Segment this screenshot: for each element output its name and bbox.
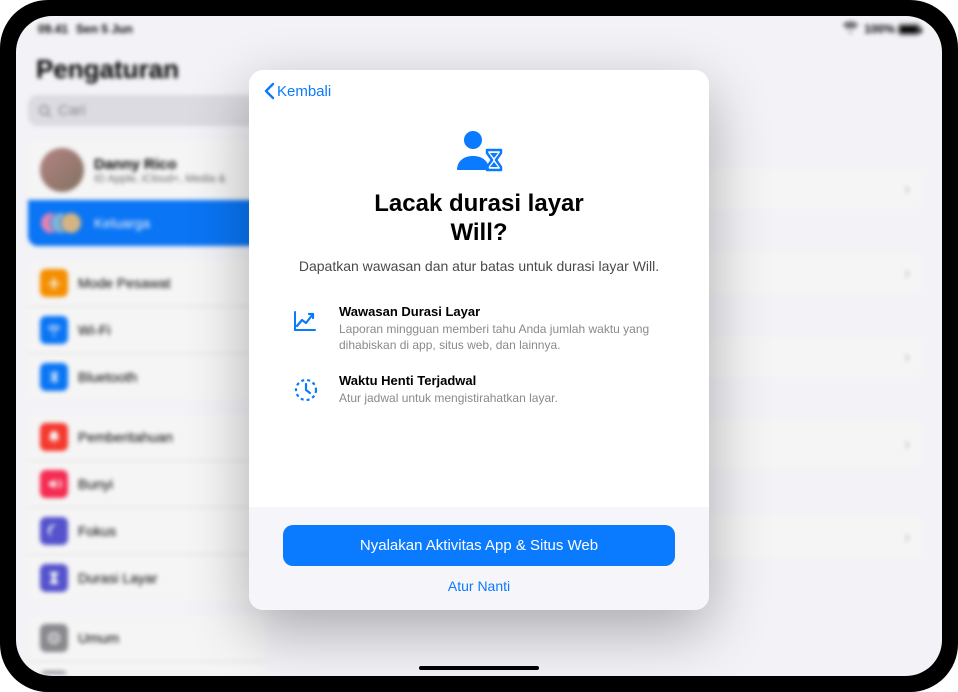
modal-backdrop: Kembali Lacak durasi laya	[16, 16, 942, 676]
feature-desc: Atur jadwal untuk mengistirahatkan layar…	[339, 390, 558, 406]
feature-title: Waktu Henti Terjadwal	[339, 373, 558, 388]
screentime-setup-modal: Kembali Lacak durasi laya	[249, 70, 709, 610]
feature-downtime: Waktu Henti Terjadwal Atur jadwal untuk …	[283, 373, 675, 406]
modal-title: Lacak durasi layar Will?	[283, 190, 675, 248]
modal-subtitle: Dapatkan wawasan dan atur batas untuk du…	[283, 258, 675, 274]
setup-later-link[interactable]: Atur Nanti	[283, 578, 675, 594]
modal-footer: Nyalakan Aktivitas App & Situs Web Atur …	[249, 507, 709, 610]
ipad-frame: 09.41 Sen 5 Jun 100% Pengaturan Cari	[0, 0, 958, 692]
chevron-left-icon	[263, 82, 275, 100]
screentime-hero-icon	[451, 128, 507, 174]
clock-dashed-icon	[289, 373, 323, 406]
feature-insights: Wawasan Durasi Layar Laporan mingguan me…	[283, 304, 675, 353]
home-indicator[interactable]	[419, 666, 539, 670]
feature-title: Wawasan Durasi Layar	[339, 304, 669, 319]
enable-activity-button[interactable]: Nyalakan Aktivitas App & Situs Web	[283, 525, 675, 566]
feature-list: Wawasan Durasi Layar Laporan mingguan me…	[283, 304, 675, 427]
back-button[interactable]: Kembali	[263, 82, 695, 100]
chart-up-icon	[289, 304, 323, 353]
feature-desc: Laporan mingguan memberi tahu Anda jumla…	[339, 321, 669, 353]
screen: 09.41 Sen 5 Jun 100% Pengaturan Cari	[16, 16, 942, 676]
back-label: Kembali	[277, 83, 331, 100]
